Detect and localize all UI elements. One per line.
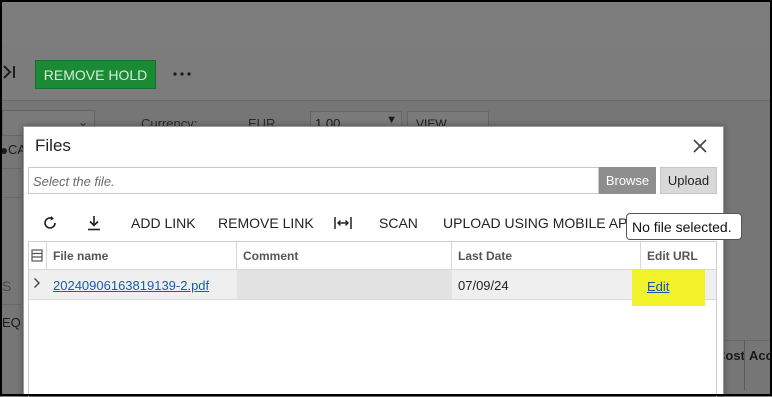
refresh-icon[interactable] bbox=[42, 215, 58, 231]
column-separator bbox=[744, 340, 745, 390]
page-top-strip bbox=[0, 0, 772, 44]
close-icon[interactable] bbox=[693, 134, 707, 153]
download-icon[interactable] bbox=[86, 215, 102, 231]
column-header-file-name[interactable]: File name bbox=[47, 242, 237, 270]
file-name-cell[interactable]: 20240906163819139-2.pdf bbox=[47, 270, 237, 299]
grid-header: File name Comment Last Date Edit URL bbox=[29, 242, 716, 270]
divider bbox=[0, 304, 22, 305]
divider bbox=[0, 197, 22, 198]
edit-url-link[interactable]: Edit bbox=[647, 279, 669, 294]
last-page-icon[interactable] bbox=[2, 63, 18, 81]
column-header-last-date[interactable]: Last Date bbox=[452, 242, 641, 270]
file-link[interactable]: 20240906163819139-2.pdf bbox=[53, 278, 209, 293]
partial-label-eq: EQ bbox=[2, 315, 21, 330]
column-header-acc: Acc bbox=[749, 348, 772, 363]
divider bbox=[0, 100, 772, 101]
table-row[interactable]: 20240906163819139-2.pdf 07/09/24 Edit bbox=[29, 270, 716, 306]
files-dialog: Files Select the file. Browse Upload ADD… bbox=[23, 126, 725, 397]
caret-down-icon: ▼ bbox=[386, 114, 397, 126]
upload-mobile-button[interactable]: UPLOAD USING MOBILE APP bbox=[443, 215, 637, 231]
tooltip: No file selected. bbox=[626, 213, 742, 240]
divider bbox=[724, 340, 772, 341]
partial-label-s: S bbox=[2, 278, 12, 294]
upload-button[interactable]: Upload bbox=[660, 167, 717, 194]
scan-button[interactable]: SCAN bbox=[379, 215, 418, 231]
files-toolbar: ADD LINK REMOVE LINK SCAN UPLOAD USING M… bbox=[24, 211, 725, 239]
comment-cell[interactable] bbox=[237, 270, 452, 299]
column-header-comment[interactable]: Comment bbox=[237, 242, 452, 270]
browse-button[interactable]: Browse bbox=[599, 167, 656, 194]
dialog-title: Files bbox=[35, 136, 71, 155]
column-config-icon[interactable] bbox=[29, 242, 47, 270]
ellipsis-icon[interactable] bbox=[172, 60, 192, 80]
column-header-edit-url[interactable]: Edit URL bbox=[641, 242, 716, 270]
files-grid: File name Comment Last Date Edit URL 202… bbox=[28, 241, 717, 397]
divider bbox=[0, 168, 22, 169]
remove-link-button[interactable]: REMOVE LINK bbox=[218, 215, 314, 231]
file-select-input[interactable]: Select the file. bbox=[28, 167, 599, 194]
remove-hold-button[interactable]: REMOVE HOLD bbox=[35, 60, 156, 89]
last-date-cell: 07/09/24 bbox=[458, 278, 509, 293]
fit-width-icon[interactable] bbox=[334, 215, 352, 231]
add-link-button[interactable]: ADD LINK bbox=[131, 215, 196, 231]
chevron-right-icon[interactable] bbox=[29, 270, 47, 299]
